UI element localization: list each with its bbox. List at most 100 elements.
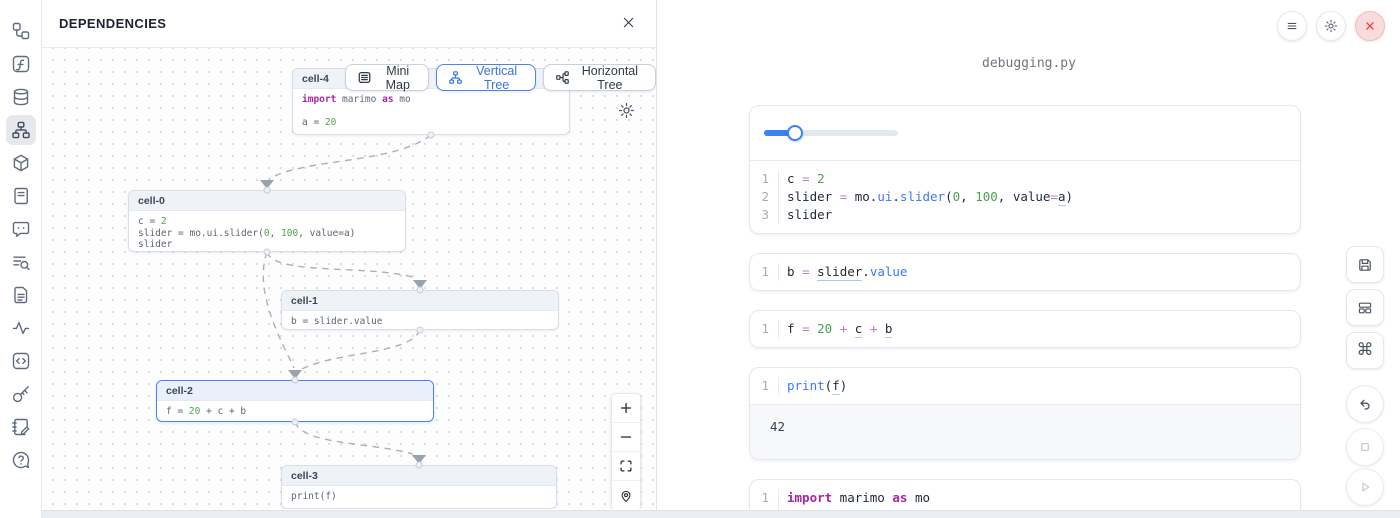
shutdown-icon: [1363, 19, 1377, 33]
slider-handle[interactable]: [787, 125, 803, 141]
cell-output: [750, 106, 1300, 160]
code-row: 1b = slider.value: [750, 263, 1300, 281]
graph-node-title: cell-3: [282, 466, 556, 486]
undo-icon: [1357, 396, 1373, 412]
sidebar-item-help[interactable]: [6, 445, 36, 475]
graph-node-code: f = 20 + c + b: [157, 401, 433, 422]
graph-settings-button[interactable]: [618, 102, 635, 119]
dependencies-icon: [11, 120, 31, 140]
logs-icon: [11, 186, 31, 206]
close-icon: [621, 15, 636, 33]
save-button[interactable]: [1346, 246, 1384, 283]
file-tree-icon: [11, 21, 31, 41]
dependency-graph-canvas[interactable]: cell-4import marimo as mo a = 20cell-0c …: [42, 48, 656, 509]
undo-button[interactable]: [1346, 385, 1384, 423]
view-button-label: Mini Map: [378, 64, 417, 92]
sidebar-item-file-tree[interactable]: [6, 16, 36, 46]
code-line: import marimo as mo: [779, 489, 930, 507]
code-row: 2slider = mo.ui.slider(0, 100, value=a): [750, 188, 1300, 206]
graph-node-cell-0[interactable]: cell-0c = 2slider = mo.ui.slider(0, 100,…: [128, 190, 406, 252]
menu-button[interactable]: [1277, 11, 1307, 41]
code-line: slider = mo.ui.slider(0, 100, value=a): [779, 188, 1073, 206]
sidebar-item-chat[interactable]: [6, 214, 36, 244]
help-icon: [11, 450, 31, 470]
shutdown-button[interactable]: [1355, 11, 1385, 41]
line-number: 1: [750, 377, 779, 395]
locate-button[interactable]: [612, 481, 640, 509]
secrets-icon: [11, 384, 31, 404]
gear-icon: [1324, 19, 1338, 33]
tracing-icon: [11, 318, 31, 338]
sidebar-item-scratchpad[interactable]: [6, 412, 36, 442]
graph-node-title: cell-1: [282, 291, 558, 311]
notebook-panel: debugging.py 1c = 22slider = mo.ui.slide…: [658, 0, 1400, 518]
console-output: 42: [750, 404, 1300, 459]
slider-widget[interactable]: [764, 125, 898, 141]
locate-icon: [619, 489, 633, 503]
sidebar-item-tracing[interactable]: [6, 313, 36, 343]
sidebar-item-datasources[interactable]: [6, 82, 36, 112]
line-number: 1: [750, 489, 779, 507]
datasources-icon: [11, 87, 31, 107]
minimap-icon: [357, 70, 372, 85]
run-button[interactable]: [1346, 468, 1384, 506]
code-row: 1import marimo as mo: [750, 489, 1300, 507]
graph-node-cell-2[interactable]: cell-2f = 20 + c + b: [156, 380, 434, 422]
line-number: 1: [750, 263, 779, 281]
code-editor[interactable]: 1f = 20 + c + b: [750, 311, 1300, 347]
graph-node-code: print(f): [282, 486, 556, 509]
graph-node-cell-1[interactable]: cell-1b = slider.value: [281, 290, 559, 330]
shortcuts-button[interactable]: ⌘: [1346, 332, 1384, 369]
view-button-label: Horizontal Tree: [576, 64, 644, 92]
graph-zoom-controls: [611, 393, 641, 509]
chat-icon: [11, 219, 31, 239]
print-cell: 1print(f) 42: [749, 367, 1301, 460]
code-line: b = slider.value: [779, 263, 907, 281]
view-button-minimap[interactable]: Mini Map: [345, 64, 429, 91]
code-line: f = 20 + c + b: [779, 320, 892, 338]
sidebar-item-outputs[interactable]: [6, 346, 36, 376]
code-row: 1c = 2: [750, 170, 1300, 188]
dependencies-panel: DEPENDENCIES cell-4import marimo as mo a…: [42, 0, 657, 518]
view-button-vertical-tree[interactable]: Vertical Tree: [436, 64, 535, 91]
code-row: 1print(f): [750, 377, 1300, 395]
code-editor[interactable]: 1print(f): [750, 368, 1300, 404]
view-button-horizontal-tree[interactable]: Horizontal Tree: [543, 64, 656, 91]
f-cell: 1f = 20 + c + b: [749, 310, 1301, 348]
code-row: 1f = 20 + c + b: [750, 320, 1300, 338]
sidebar-item-logs[interactable]: [6, 181, 36, 211]
graph-view-toolbar: Mini Map Vertical Tree Horizontal Tree: [345, 64, 656, 91]
menu-icon: [1285, 19, 1299, 33]
sidebar-item-function[interactable]: [6, 49, 36, 79]
fit-view-icon: [619, 459, 633, 473]
zoom-out-button[interactable]: [612, 423, 640, 452]
code-editor[interactable]: 1c = 22slider = mo.ui.slider(0, 100, val…: [750, 160, 1300, 233]
layout-button[interactable]: [1346, 289, 1384, 326]
sidebar-item-documentation[interactable]: [6, 280, 36, 310]
fit-view-button[interactable]: [612, 452, 640, 481]
code-editor[interactable]: 1b = slider.value: [750, 254, 1300, 290]
sidebar-item-secrets[interactable]: [6, 379, 36, 409]
graph-node-code: b = slider.value: [282, 311, 558, 330]
notebook-cells: 1c = 22slider = mo.ui.slider(0, 100, val…: [749, 105, 1301, 518]
b-cell: 1b = slider.value: [749, 253, 1301, 291]
sidebar-item-dependencies[interactable]: [6, 115, 36, 145]
graph-node-code: import marimo as mo a = 20: [293, 89, 569, 135]
app-window: DEPENDENCIES cell-4import marimo as mo a…: [0, 0, 1400, 518]
zoom-in-button[interactable]: [612, 394, 640, 423]
packages-icon: [11, 153, 31, 173]
sidebar-item-packages[interactable]: [6, 148, 36, 178]
stop-button[interactable]: [1346, 428, 1384, 466]
dependencies-close-button[interactable]: [617, 13, 639, 35]
line-number: 1: [750, 170, 779, 188]
run-icon: [1357, 479, 1373, 495]
settings-button[interactable]: [1316, 11, 1346, 41]
scratchpad-icon: [11, 417, 31, 437]
documentation-icon: [11, 285, 31, 305]
code-line: print(f): [779, 377, 847, 395]
gear-icon: [618, 102, 635, 119]
graph-node-cell-3[interactable]: cell-3print(f): [281, 465, 557, 509]
sidebar-item-search-logs[interactable]: [6, 247, 36, 277]
code-line: slider: [779, 206, 832, 224]
horizontal-tree-icon: [555, 70, 570, 85]
